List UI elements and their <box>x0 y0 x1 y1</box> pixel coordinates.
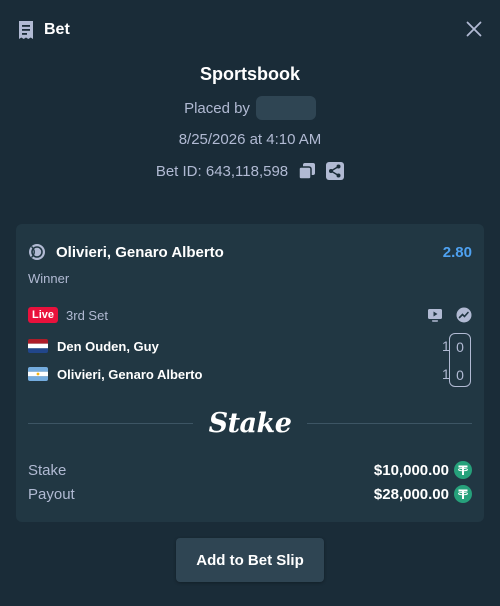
team-row: Olivieri, Genaro Alberto 1 <box>28 364 472 384</box>
bet-modal: Bet Sportsbook Placed by 8/25/2026 at 4:… <box>0 0 500 606</box>
placed-by-row: Placed by <box>0 96 500 120</box>
receipt-icon <box>16 20 36 40</box>
odds-value: 2.80 <box>442 243 472 261</box>
stake-row: Stake $10,000.00 <box>28 460 472 480</box>
modal-title: Bet <box>44 21 70 38</box>
set-label: 3rd Set <box>66 307 108 323</box>
payout-value: $28,000.00 <box>373 485 449 503</box>
market-name: Winner <box>28 271 70 286</box>
bet-id: Bet ID: 643,118,598 <box>155 162 289 180</box>
hidden-username <box>255 96 316 120</box>
copy-icon[interactable] <box>298 162 316 180</box>
sportsbook-title: Sportsbook <box>199 64 300 84</box>
usdt-coin-icon <box>454 485 472 503</box>
stats-icon[interactable] <box>456 307 472 323</box>
selection-row: Olivieri, Genaro Alberto 2.80 <box>28 241 472 263</box>
close-icon <box>466 21 482 37</box>
score-box: 0 0 <box>449 333 471 387</box>
live-stream-icon[interactable] <box>427 307 443 323</box>
netherlands-flag-icon <box>28 339 48 353</box>
usdt-coin-icon <box>454 461 472 479</box>
team-score: 0 <box>456 367 464 383</box>
modal-header: Bet <box>16 19 70 41</box>
bet-id-row: Bet ID: 643,118,598 <box>0 162 500 180</box>
stake-label: Stake <box>28 461 67 479</box>
selection-name: Olivieri, Genaro Alberto <box>56 243 224 261</box>
tennis-ball-icon <box>28 243 46 261</box>
divider-line <box>307 422 473 424</box>
team-name: Den Ouden, Guy <box>57 338 159 354</box>
live-row: Live 3rd Set <box>28 306 472 324</box>
add-to-bet-slip-button[interactable]: Add to Bet Slip <box>176 538 324 582</box>
live-badge: Live <box>28 307 59 323</box>
close-button[interactable] <box>466 21 482 37</box>
bet-date: 8/25/2026 at 4:10 AM <box>178 131 322 148</box>
divider-line <box>28 422 193 424</box>
payout-row: Payout $28,000.00 <box>28 484 472 504</box>
stake-logo: Stake <box>208 407 292 439</box>
share-icon[interactable] <box>326 162 345 180</box>
team-row: Den Ouden, Guy 1 <box>28 336 472 356</box>
bet-card: Olivieri, Genaro Alberto 2.80 Winner Liv… <box>16 224 484 522</box>
live-icons <box>414 307 472 323</box>
logo-divider: Stake <box>28 406 473 440</box>
stake-value: $10,000.00 <box>373 461 449 479</box>
placed-by-label: Placed by <box>184 99 250 117</box>
team-name: Olivieri, Genaro Alberto <box>57 366 203 382</box>
payout-label: Payout <box>28 485 75 503</box>
argentina-flag-icon <box>28 367 48 381</box>
team-score: 0 <box>456 339 464 355</box>
